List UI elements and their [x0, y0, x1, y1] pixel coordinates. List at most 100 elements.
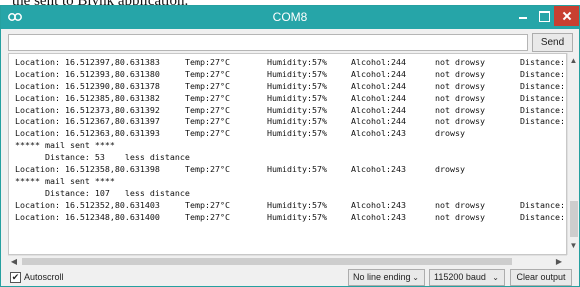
humidity-value: Humidity:57% [267, 68, 327, 79]
drowsiness-state: drowsy [435, 164, 465, 175]
output-line: Location: 16.512373,80.631392 Temp:27°C Hu… [15, 104, 566, 117]
humidity-value: Humidity:57% [267, 128, 327, 139]
alcohol-value: Alcohol:243 [351, 199, 406, 210]
baud-rate-value: 115200 baud [434, 272, 486, 282]
alcohol-value: Alcohol:244 [351, 104, 406, 115]
output-line: Distance: 53 less distance [15, 152, 566, 164]
drowsiness-state: not drowsy [435, 211, 485, 222]
drowsiness-state: not drowsy [435, 104, 485, 115]
alcohol-value: Alcohol:243 [351, 128, 406, 139]
drowsiness-state: not drowsy [435, 57, 485, 67]
checkmark-icon: ✔ [11, 272, 20, 282]
scroll-up-icon[interactable]: ▲ [568, 55, 579, 67]
humidity-value: Humidity:57% [267, 211, 327, 222]
output-line: Location: 16.512393,80.631380 Temp:27°C Hu… [15, 68, 566, 81]
temperature-value: Temp:27°C [185, 68, 230, 79]
temperature-value: Temp:27°C [185, 128, 230, 139]
drowsiness-state: not drowsy [435, 80, 485, 91]
location-value: Location: 16.512363,80.631393 [15, 128, 160, 139]
send-button[interactable]: Send [532, 33, 573, 52]
message-text: ***** mail sent **** [15, 175, 115, 186]
horizontal-scroll-thumb[interactable] [22, 258, 512, 265]
temperature-value: Temp:27°C [185, 57, 230, 67]
serial-output[interactable]: Location: 16.512397,80.631383 Temp:27°C Hu… [8, 53, 567, 255]
drowsiness-state: not drowsy [435, 116, 485, 127]
alcohol-value: Alcohol:244 [351, 80, 406, 91]
alcohol-value: Alcohol:244 [351, 92, 406, 103]
location-value: Location: 16.512397,80.631383 [15, 57, 160, 67]
vertical-scrollbar[interactable]: ▲ ▼ [567, 53, 579, 255]
location-value: Location: 16.512352,80.631403 [15, 199, 160, 210]
minimize-icon[interactable] [512, 6, 534, 26]
temperature-value: Temp:27°C [185, 104, 230, 115]
temperature-value: Temp:27°C [185, 116, 230, 127]
distance-value: Distance: [520, 116, 565, 127]
clear-output-button[interactable]: Clear output [510, 269, 572, 286]
location-value: Location: 16.512390,80.631378 [15, 80, 160, 91]
output-line: Location: 16.512367,80.631397 Temp:27°C Hu… [15, 116, 566, 128]
humidity-value: Humidity:57% [267, 164, 327, 175]
temperature-value: Temp:27°C [185, 80, 230, 91]
vertical-scroll-thumb[interactable] [570, 201, 578, 237]
send-row: Send [1, 29, 579, 53]
distance-value: Distance: [520, 104, 565, 115]
distance-value: Distance: [520, 199, 565, 210]
alcohol-value: Alcohol:243 [351, 211, 406, 222]
output-line: ***** mail sent **** [15, 175, 566, 188]
title-bar: COM8 [1, 6, 579, 29]
close-icon[interactable] [554, 6, 579, 26]
output-line: Location: 16.512348,80.631400 Temp:27°C Hu… [15, 211, 566, 224]
serial-monitor-window: COM8 Send Location: 16.512397,80.631383 T… [0, 5, 580, 287]
distance-value: Distance: [520, 92, 565, 103]
location-value: Location: 16.512367,80.631397 [15, 116, 160, 127]
alcohol-value: Alcohol:244 [351, 116, 406, 127]
scroll-down-icon[interactable]: ▼ [568, 240, 579, 252]
location-value: Location: 16.512373,80.631392 [15, 104, 160, 115]
chevron-down-icon: ⌄ [492, 273, 499, 282]
location-value: Location: 16.512393,80.631380 [15, 68, 160, 79]
horizontal-scrollbar[interactable]: ◀ ▶ [8, 255, 567, 267]
location-value: Location: 16.512385,80.631382 [15, 92, 160, 103]
humidity-value: Humidity:57% [267, 199, 327, 210]
alcohol-value: Alcohol:244 [351, 57, 406, 67]
temperature-value: Temp:27°C [185, 199, 230, 210]
output-line: ***** mail sent **** [15, 140, 566, 152]
message-text: Distance: 53 less distance [15, 152, 190, 163]
temperature-value: Temp:27°C [185, 211, 230, 222]
drowsiness-state: not drowsy [435, 68, 485, 79]
distance-value: Distance: [520, 57, 565, 67]
alcohol-value: Alcohol:244 [351, 68, 406, 79]
chevron-down-icon: ⌄ [412, 273, 419, 282]
output-line: Location: 16.512363,80.631393 Temp:27°C Hu… [15, 128, 566, 140]
output-line: Location: 16.512385,80.631382 Temp:27°C Hu… [15, 92, 566, 105]
maximize-icon[interactable] [534, 6, 554, 26]
baud-rate-select[interactable]: 115200 baud ⌄ [429, 269, 505, 286]
location-value: Location: 16.512358,80.631398 [15, 164, 160, 175]
humidity-value: Humidity:57% [267, 104, 327, 115]
humidity-value: Humidity:57% [267, 80, 327, 91]
drowsiness-state: not drowsy [435, 92, 485, 103]
scroll-right-icon[interactable]: ▶ [554, 256, 564, 267]
humidity-value: Humidity:57% [267, 116, 327, 127]
line-ending-select[interactable]: No line ending ⌄ [348, 269, 425, 286]
message-text: ***** mail sent **** [15, 140, 115, 151]
humidity-value: Humidity:57% [267, 92, 327, 103]
temperature-value: Temp:27°C [185, 164, 230, 175]
distance-value: Distance: [520, 80, 565, 91]
serial-input[interactable] [8, 34, 528, 51]
bottom-bar: ✔ Autoscroll No line ending ⌄ 115200 bau… [1, 267, 579, 286]
output-line: Distance: 107 less distance [15, 187, 566, 200]
window-title: COM8 [272, 10, 308, 24]
message-text: Distance: 107 less distance [15, 187, 190, 198]
temperature-value: Temp:27°C [185, 92, 230, 103]
autoscroll-label: Autoscroll [24, 272, 64, 282]
output-line: Location: 16.512352,80.631403 Temp:27°C Hu… [15, 199, 566, 212]
autoscroll-checkbox[interactable]: ✔ [10, 272, 21, 283]
distance-value: Distance: [520, 68, 565, 79]
scroll-left-icon[interactable]: ◀ [9, 256, 19, 267]
line-ending-value: No line ending [353, 272, 411, 282]
location-value: Location: 16.512348,80.631400 [15, 211, 160, 222]
output-line: Location: 16.512397,80.631383 Temp:27°C Hu… [15, 57, 566, 69]
alcohol-value: Alcohol:243 [351, 164, 406, 175]
drowsiness-state: not drowsy [435, 199, 485, 210]
